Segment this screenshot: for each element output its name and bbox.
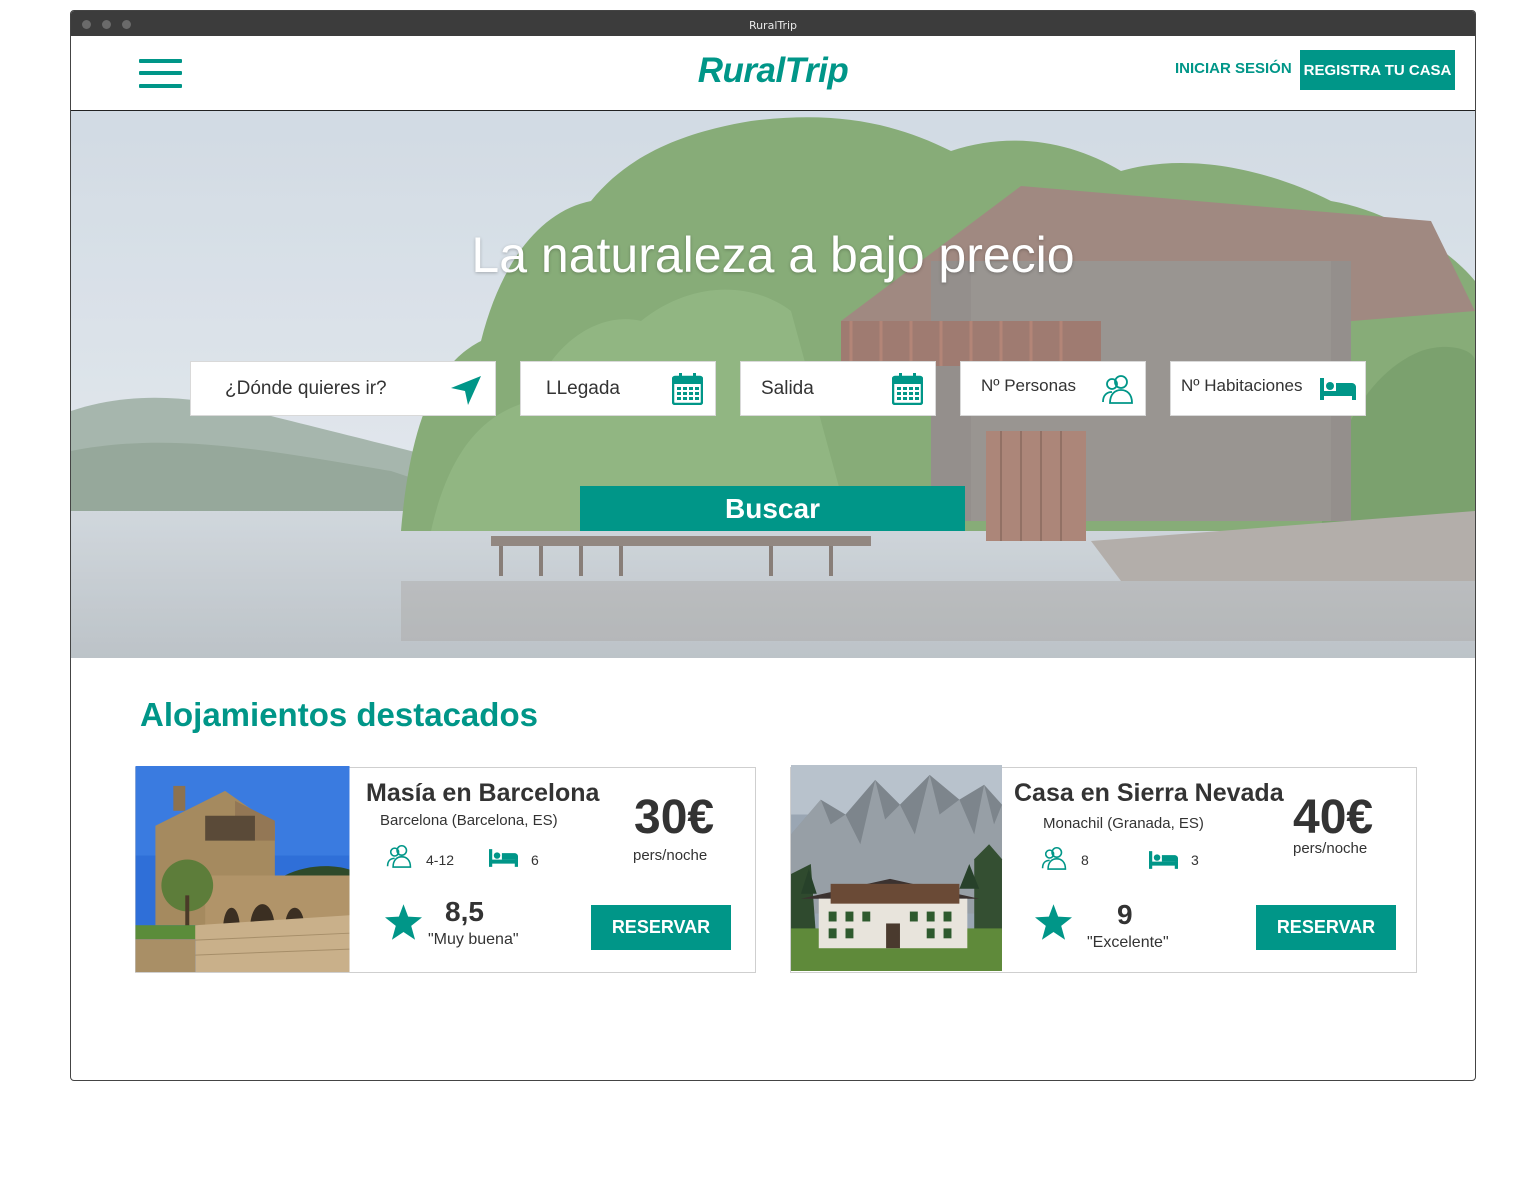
listing-photo[interactable] (790, 765, 1003, 971)
top-navbar: RuralTrip INICIAR SESIÓN REGISTRA TU CAS… (71, 36, 1475, 111)
book-button[interactable]: RESERVAR (1256, 905, 1396, 950)
destination-field[interactable]: ¿Dónde quieres ir? (190, 361, 496, 416)
listing-price-unit: pers/noche (633, 847, 708, 864)
window-title: RuralTrip (748, 19, 798, 32)
rooms-placeholder: Nº Habitaciones (1181, 375, 1303, 395)
people-count-field[interactable]: Nº Personas (960, 361, 1146, 416)
destination-placeholder: ¿Dónde quieres ir? (225, 377, 387, 399)
hero-title: La naturaleza a bajo precio (471, 227, 1075, 283)
bed-icon (489, 849, 518, 867)
search-button[interactable]: Buscar (580, 486, 965, 531)
listing-price: 40€ (1293, 791, 1374, 844)
star-icon (1035, 904, 1072, 940)
guest-capacity: 8 (1081, 852, 1089, 868)
listing-photo[interactable] (135, 766, 350, 972)
bed-icon (1320, 378, 1356, 400)
rating-score: 8,5 (445, 896, 484, 927)
rating-score: 9 (1117, 899, 1133, 930)
login-link[interactable]: INICIAR SESIÓN (1175, 60, 1292, 77)
bed-count: 3 (1191, 852, 1199, 868)
rating-label: "Excelente" (1087, 934, 1169, 951)
register-house-button[interactable]: REGISTRA TU CASA (1300, 50, 1455, 90)
arrival-date-field[interactable]: LLegada (520, 361, 716, 416)
listing-location: Barcelona (Barcelona, ES) (380, 812, 558, 829)
listing-location: Monachil (Granada, ES) (1043, 815, 1204, 832)
people-icon (1102, 375, 1133, 404)
listing-name[interactable]: Casa en Sierra Nevada (1014, 779, 1284, 808)
listing-price-unit: pers/noche (1293, 840, 1368, 857)
listing-card[interactable]: Casa en Sierra Nevada Monachil (Granada,… (790, 765, 1417, 973)
people-icon (386, 844, 412, 868)
calendar-icon (892, 373, 923, 405)
people-icon (1041, 846, 1067, 870)
hero-banner: La naturaleza a bajo precio ¿Dónde quier… (71, 111, 1475, 658)
bed-icon (1149, 851, 1178, 869)
star-icon (385, 904, 422, 940)
people-placeholder: Nº Personas (981, 375, 1077, 395)
guest-capacity: 4-12 (426, 852, 455, 868)
listing-price: 30€ (634, 791, 715, 844)
rating-label: "Muy buena" (428, 931, 519, 948)
rooms-count-field[interactable]: Nº Habitaciones (1170, 361, 1366, 416)
window-titlebar: RuralTrip (71, 11, 1475, 36)
arrival-placeholder: LLegada (546, 377, 620, 399)
departure-placeholder: Salida (761, 377, 814, 399)
book-button[interactable]: RESERVAR (591, 905, 731, 950)
location-arrow-icon (451, 376, 481, 405)
listing-card[interactable]: Masía en Barcelona Barcelona (Barcelona,… (135, 766, 756, 973)
departure-date-field[interactable]: Salida (740, 361, 936, 416)
bed-count: 6 (531, 852, 539, 868)
featured-section-title: Alojamientos destacados (140, 696, 538, 733)
browser-window: RuralTrip RuralTrip INICIAR SESIÓN REGIS… (70, 10, 1476, 1081)
calendar-icon (672, 373, 703, 405)
listing-name[interactable]: Masía en Barcelona (366, 779, 599, 808)
